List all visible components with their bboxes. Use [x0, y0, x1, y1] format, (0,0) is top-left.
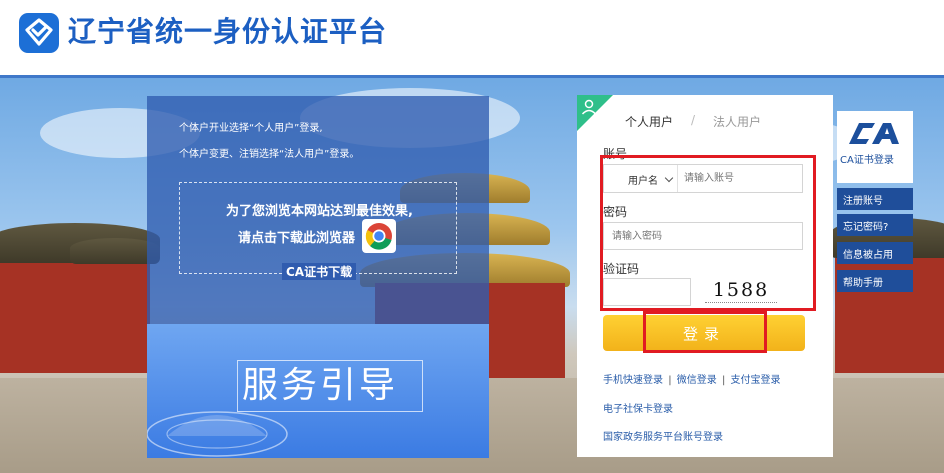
link-separator: |	[721, 375, 726, 386]
tab-legal-user[interactable]: 法人用户	[713, 113, 761, 130]
chrome-download-link[interactable]	[362, 219, 396, 253]
service-guide-banner[interactable]: 服务引导	[147, 324, 489, 458]
guide-note-line1: 个体户开业选择“个人用户”登录,	[179, 123, 323, 134]
account-field: 用户名	[603, 164, 803, 193]
ca-cert-login[interactable]: CA证书登录	[837, 111, 913, 183]
service-guide-label: 服务引导	[237, 360, 423, 412]
account-label: 账号	[603, 147, 628, 161]
chevron-down-icon	[664, 173, 674, 183]
info-occupied-link[interactable]: 信息被占用	[837, 242, 913, 264]
tab-personal-user[interactable]: 个人用户	[625, 113, 673, 130]
help-manual-link[interactable]: 帮助手册	[837, 270, 913, 292]
register-account-link[interactable]: 注册账号	[837, 188, 913, 210]
browser-tip-line1: 为了您浏览本网站达到最佳效果,	[226, 204, 413, 219]
service-guide-panel: 个体户开业选择“个人用户”登录, 个体户变更、注销选择“法人用户”登录。 为了您…	[147, 96, 489, 458]
page-title: 辽宁省统一身份认证平台	[68, 15, 388, 48]
social-card-login-link[interactable]: 电子社保卡登录	[603, 400, 673, 415]
password-input[interactable]	[603, 222, 803, 250]
shield-check-icon	[19, 13, 59, 53]
guide-note-line2: 个体户变更、注销选择“法人用户”登录。	[179, 149, 360, 160]
browser-tip-line2: 请点击下载此浏览器	[238, 231, 356, 246]
alt-login-links: 手机快速登录 | 微信登录 | 支付宝登录	[603, 371, 781, 386]
password-label: 密码	[603, 205, 628, 219]
captcha-input[interactable]	[603, 278, 691, 306]
account-input[interactable]	[684, 167, 800, 190]
wechat-login-link[interactable]: 微信登录	[677, 375, 717, 386]
ca-logo-icon	[849, 123, 899, 144]
page-header: 辽宁省统一身份认证平台	[0, 0, 944, 76]
captcha-image[interactable]: 1588	[705, 279, 777, 303]
national-platform-login-link[interactable]: 国家政务服务平台账号登录	[603, 428, 723, 443]
user-icon	[581, 99, 597, 115]
chrome-icon	[365, 223, 392, 250]
account-type-value: 用户名	[628, 176, 658, 187]
captcha-label: 验证码	[603, 262, 640, 276]
account-type-select[interactable]: 用户名	[604, 165, 678, 192]
ca-login-label: CA证书登录	[840, 155, 894, 166]
forgot-password-link[interactable]: 忘记密码?	[837, 214, 913, 236]
mobile-login-link[interactable]: 手机快速登录	[603, 375, 663, 386]
login-panel: 个人用户 / 法人用户 账号 用户名 密码 验证码 1588 登录 手机快速登录…	[577, 95, 833, 457]
browser-recommendation: 为了您浏览本网站达到最佳效果, 请点击下载此浏览器 CA证书下载	[179, 182, 457, 280]
ca-cert-download-link[interactable]: CA证书下载	[282, 263, 357, 280]
link-separator: |	[668, 375, 672, 386]
alipay-login-link[interactable]: 支付宝登录	[731, 375, 781, 386]
tab-separator: /	[691, 113, 696, 127]
login-button[interactable]: 登录	[603, 315, 805, 351]
